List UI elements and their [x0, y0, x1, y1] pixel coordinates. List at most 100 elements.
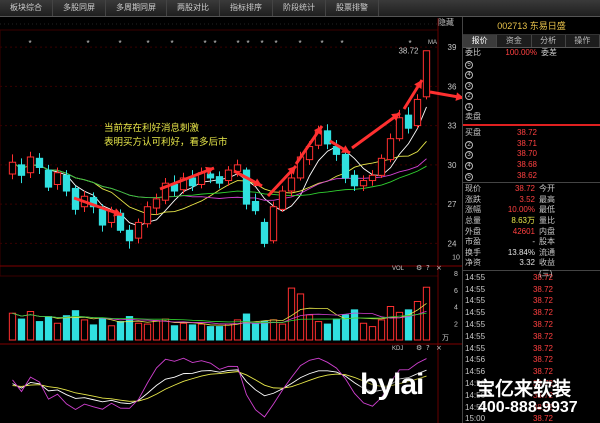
weicha-label: 委差: [541, 48, 557, 57]
sell-row[interactable]: 2: [463, 90, 600, 101]
buy-level: 2: [463, 139, 485, 150]
tab-multi-stock[interactable]: 多股同屏: [53, 0, 106, 16]
buy-price: 38.62: [516, 170, 537, 180]
settings-icon: ⚙: [416, 344, 422, 352]
sell-volume: [537, 90, 597, 101]
trade-row: 14:55 38.72: [463, 319, 600, 331]
quote-label: 市盈: [465, 237, 481, 247]
sell-level: 3: [463, 80, 485, 91]
quote-value-2: [565, 184, 599, 195]
volume-bar: [215, 326, 224, 341]
trade-time: 14:56: [465, 355, 486, 365]
quote-row: 涨幅 10.00% 最低: [463, 205, 600, 216]
quote-label-2: 流通: [539, 247, 555, 257]
annotation-line-2: 表明买方认可利好，看多后市: [104, 137, 228, 148]
price-tick: 39: [448, 43, 457, 52]
candle-body: [134, 221, 143, 239]
trade-row: 14:55 38.72: [463, 272, 600, 284]
tab-multi-period[interactable]: 多周期同屏: [106, 0, 167, 16]
watermark-brand: bylai: [360, 368, 424, 401]
sell-price: [485, 59, 537, 70]
quote-row: 总量 8.63万 量比: [463, 216, 600, 227]
candle-body: [413, 98, 422, 127]
volume-bar: [125, 316, 134, 341]
quote-row: 换手 13.84% 流通: [463, 248, 600, 259]
buy-label-row: 买盘 38.72: [463, 128, 600, 139]
high-price-label: 38.72: [398, 47, 419, 56]
candle-body: [8, 161, 17, 175]
buy-row[interactable]: 3 38.70: [463, 149, 600, 160]
tab-stage-stats[interactable]: 阶段统计: [273, 0, 326, 16]
volume-bar: [134, 322, 143, 341]
subtab-funds[interactable]: 资金: [497, 35, 532, 47]
volume-bar: [116, 321, 125, 341]
quote-value: 42601: [512, 226, 535, 236]
quote-label-2: 收益(三): [539, 258, 555, 278]
volume-bar: [314, 321, 323, 341]
top-tab-bar: 板块综合 多股同屏 多周期同屏 两股对比 指标排序 阶段统计 股票排警: [0, 0, 600, 17]
trade-row: 14:55 38.72: [463, 331, 600, 343]
quote-value-2: [565, 248, 599, 259]
help-icon: ?: [426, 264, 430, 272]
tab-compare[interactable]: 两股对比: [167, 0, 220, 16]
panel-subtabs: 报价 资金 分析 操作: [463, 35, 600, 48]
trade-time: 14:55: [465, 284, 486, 294]
candle-body: [368, 174, 377, 182]
tab-indicator-sort[interactable]: 指标排序: [220, 0, 273, 16]
sell-level: 1: [463, 101, 485, 112]
quote-row: 市盈 - 股本: [463, 237, 600, 248]
tab-stock-alert[interactable]: 股票排警: [326, 0, 379, 16]
main-panel-border: [0, 29, 439, 277]
event-star: *: [213, 39, 216, 48]
vol-tick: 2: [454, 321, 458, 328]
subtab-quote[interactable]: 报价: [463, 35, 498, 47]
quote-panel: 002713 东易日盛 报价 资金 分析 操作 委比 100.00% 委差 5 …: [462, 17, 600, 423]
trade-price: 38.72: [532, 343, 553, 353]
volume-bar: [197, 323, 206, 341]
quote-label-2: 今开: [539, 184, 555, 194]
sell-row[interactable]: 1: [463, 101, 600, 112]
trade-price: 38.72: [532, 331, 553, 341]
trade-price: 38.72: [532, 296, 553, 306]
quote-value: 8.63万: [511, 215, 535, 225]
subtab-operation[interactable]: 操作: [565, 35, 600, 47]
candle-body: [143, 206, 152, 225]
weibi-row: 委比 100.00% 委差: [463, 48, 600, 59]
sell-price: [485, 80, 537, 91]
quote-value-2: [565, 195, 599, 206]
trade-row: 14:56 38.72: [463, 354, 600, 366]
volume-bar: [260, 321, 269, 341]
volume-bar: [323, 323, 332, 341]
sell-row[interactable]: 4: [463, 69, 600, 80]
vol-tick: 6: [454, 288, 458, 295]
quote-label: 涨幅: [465, 205, 481, 215]
volume-bar: [350, 309, 359, 341]
quote-row: 现价 38.72 今开: [463, 184, 600, 195]
buy-row[interactable]: 5 38.62: [463, 171, 600, 182]
quote-label: 总量: [465, 215, 481, 225]
volume-bar: [359, 322, 368, 341]
quote-label: 换手: [465, 247, 481, 257]
buy-label: 买盘: [465, 128, 481, 138]
watermark-cn: 宝亿来软装: [476, 378, 572, 400]
tab-sector[interactable]: 板块综合: [0, 0, 53, 16]
candle-body: [44, 169, 53, 188]
volume-bar: [377, 319, 386, 341]
candle-body: [395, 117, 404, 140]
candle-body: [422, 50, 431, 98]
volume-bar: [89, 324, 98, 341]
trade-price: 38.72: [532, 355, 553, 365]
volume-bar: [35, 321, 44, 341]
buy-row[interactable]: 4 38.68: [463, 160, 600, 171]
volume-bar: [80, 319, 89, 341]
kdj-label: KDJ: [392, 346, 403, 352]
volume-bar: [71, 310, 80, 341]
buy-row[interactable]: 2 38.71: [463, 139, 600, 150]
quote-label-2: 量比: [539, 215, 555, 225]
sell-row[interactable]: 3: [463, 80, 600, 91]
volume-bar: [242, 313, 251, 341]
sell-row[interactable]: 5: [463, 59, 600, 70]
ma-label: MA: [428, 40, 437, 46]
subtab-analysis[interactable]: 分析: [531, 35, 566, 47]
kline-chart[interactable]: 39 36 33 30 27 24 * * * * * * * * * * * * * * * 38.72 MA VOL 10 8…: [0, 18, 462, 423]
